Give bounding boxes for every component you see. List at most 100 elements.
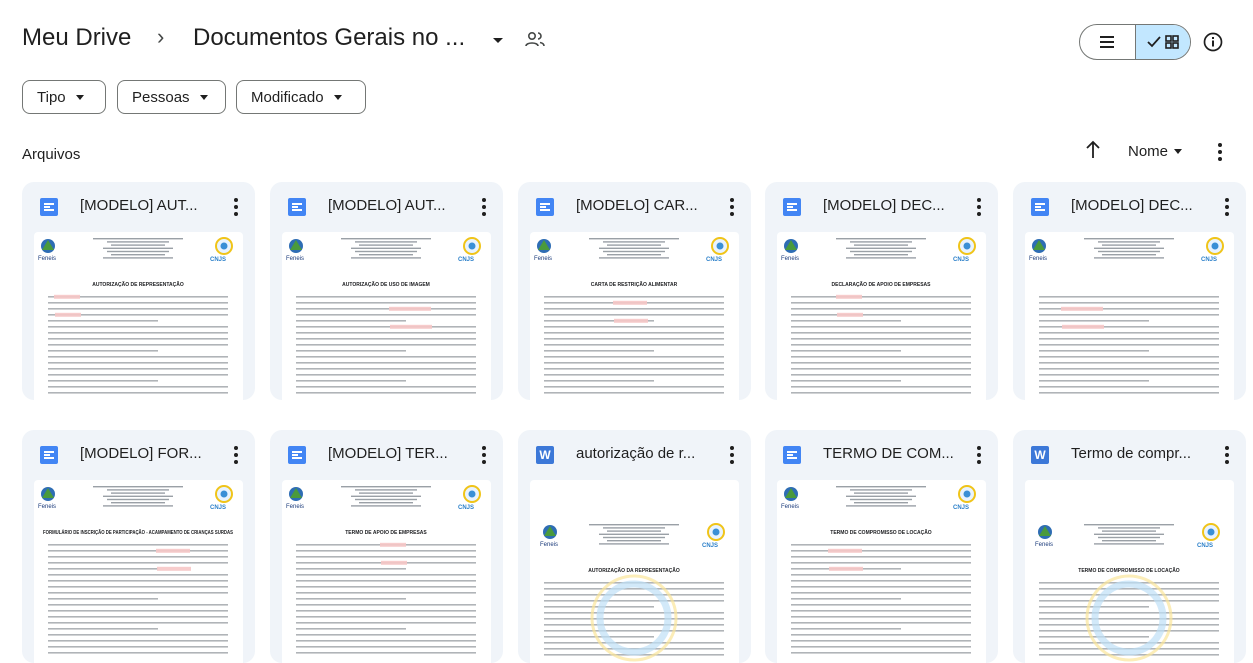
letterhead-line [836, 238, 926, 240]
body-text-line [48, 544, 228, 546]
file-thumbnail: Feneis CNJS CARTA DE RESTRIÇÃO ALIMENTAR [530, 232, 739, 400]
text-highlight [613, 300, 647, 305]
document-preview: Feneis CNJS AUTORIZAÇÃO DE USO DE IMAGEM [286, 237, 481, 394]
letterhead-line [1102, 530, 1156, 532]
letterhead-line [1098, 241, 1160, 243]
file-card[interactable]: [MODELO] DEC... Feneis CNJS DECLARAÇÃO DE A… [765, 182, 998, 400]
body-text-line [296, 314, 476, 316]
body-text-line [1039, 392, 1219, 394]
feneis-logo-text: Feneis [540, 542, 558, 548]
folder-dropdown-icon[interactable] [488, 30, 508, 50]
file-card[interactable]: [MODELO] AUT... Feneis CNJS AUTORIZAÇÃO DE … [22, 182, 255, 400]
file-thumbnail: Feneis CNJS [1025, 232, 1234, 400]
file-card-header: W Termo de compr... [1013, 430, 1246, 480]
google-doc-icon [783, 198, 801, 216]
file-more-options-icon[interactable] [724, 196, 740, 218]
document-preview: Feneis CNJS TERMO DE COMPROMISSO DE LOCAÇÃ… [781, 485, 976, 654]
file-more-options-icon[interactable] [1219, 444, 1235, 466]
google-doc-icon [40, 446, 58, 464]
file-card[interactable]: [MODELO] AUT... Feneis CNJS AUTORIZAÇÃO DE … [270, 182, 503, 400]
document-heading: AUTORIZAÇÃO DE USO DE IMAGEM [342, 281, 430, 288]
letterhead-line [355, 498, 417, 501]
file-more-options-icon[interactable] [228, 444, 244, 466]
file-more-options-icon[interactable] [971, 444, 987, 466]
cnjs-logo [958, 485, 976, 503]
letterhead-line [103, 505, 173, 507]
letterhead-line [603, 527, 665, 529]
checkmark-icon [1147, 36, 1161, 48]
list-view-button[interactable] [1080, 25, 1135, 59]
body-text-line [48, 610, 228, 612]
body-text-line [791, 550, 971, 552]
file-card[interactable]: TERMO DE COM... Feneis CNJS TERMO DE COMPRO… [765, 430, 998, 663]
file-card[interactable]: [MODELO] TER... Feneis CNJS TERMO DE APOIO … [270, 430, 503, 663]
text-highlight [389, 306, 431, 311]
letterhead-line [103, 495, 173, 497]
file-title: [MODELO] TER... [328, 445, 448, 462]
file-more-options-icon[interactable] [724, 444, 740, 466]
body-text-line [1039, 636, 1149, 638]
body-text-line [791, 646, 971, 648]
grid-view-button[interactable] [1134, 25, 1190, 59]
text-highlight [1061, 306, 1103, 311]
file-title: [MODELO] AUT... [80, 197, 198, 214]
filter-people-button[interactable]: Pessoas [117, 80, 226, 114]
body-text-line [791, 604, 971, 606]
letterhead-line [103, 257, 173, 259]
file-card[interactable]: [MODELO] CAR... Feneis CNJS CARTA DE RESTRI… [518, 182, 751, 400]
file-card[interactable]: W Termo de compr... Feneis CNJS TERMO DE COM… [1013, 430, 1246, 663]
file-more-options-icon[interactable] [1219, 196, 1235, 218]
text-highlight [390, 324, 432, 329]
body-text-line [296, 598, 406, 600]
document-preview: Feneis CNJS TERMO DE COMPROMISSO DE LOCAÇÃ… [1035, 523, 1220, 662]
file-more-options-icon[interactable] [971, 196, 987, 218]
letterhead-line [846, 495, 916, 497]
filter-label: Pessoas [132, 88, 190, 106]
filter-label: Modificado [251, 88, 324, 106]
letterhead-line [359, 254, 413, 256]
file-card[interactable]: Wautorização de r... Feneis CNJS AUTORIZAÇÃ… [518, 430, 751, 663]
sort-direction-icon[interactable] [1082, 138, 1104, 162]
body-text-line [48, 326, 228, 328]
letterhead-line [351, 257, 421, 259]
letterhead-line [107, 498, 169, 501]
body-text-line [48, 604, 228, 606]
sort-by-button[interactable]: Nome [1128, 143, 1183, 160]
text-highlight [837, 312, 863, 317]
body-text-line [48, 616, 228, 618]
file-card-header: [MODELO] CAR... [518, 182, 751, 232]
file-more-options-icon[interactable] [476, 196, 492, 218]
letterhead-line [850, 489, 912, 491]
letterhead-line [351, 247, 421, 249]
body-text-line [1039, 338, 1219, 340]
file-card[interactable]: [MODELO] FOR... Feneis CNJS FORMULÁRIO DE I… [22, 430, 255, 663]
body-text-line [544, 588, 724, 590]
letterhead-line [589, 238, 679, 240]
body-text-line [791, 326, 971, 328]
google-doc-icon [783, 446, 801, 464]
breadcrumb-root[interactable]: Meu Drive [22, 24, 131, 52]
letterhead-line [355, 250, 417, 253]
file-more-options-icon[interactable] [476, 444, 492, 466]
body-text-line [544, 332, 724, 334]
breadcrumb-current-folder[interactable]: Documentos Gerais no ... [193, 24, 465, 52]
info-icon[interactable] [1202, 31, 1224, 53]
body-text-line [296, 338, 476, 340]
body-text-line [48, 344, 228, 346]
letterhead-line [107, 241, 169, 243]
filter-type-button[interactable]: Tipo [22, 80, 106, 114]
shared-folder-icon [525, 32, 545, 47]
body-text-line [296, 556, 476, 558]
file-card[interactable]: [MODELO] DEC... Feneis CNJS [1013, 182, 1246, 400]
sort-label: Nome [1128, 143, 1169, 160]
file-more-options-icon[interactable] [228, 196, 244, 218]
letterhead-line [603, 241, 665, 243]
more-options-icon[interactable] [1210, 140, 1230, 164]
feneis-logo [41, 487, 55, 501]
letterhead-line [351, 495, 421, 497]
body-text-line [1039, 594, 1219, 596]
file-title: [MODELO] CAR... [576, 197, 698, 214]
text-highlight [380, 542, 406, 547]
filter-modified-button[interactable]: Modificado [236, 80, 366, 114]
body-text-line [48, 580, 228, 582]
